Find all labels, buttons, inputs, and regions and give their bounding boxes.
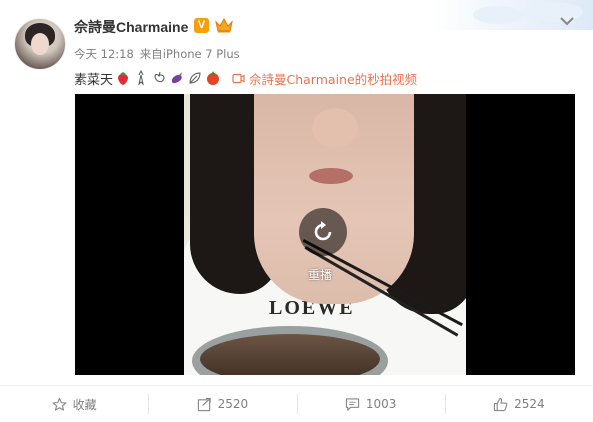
strawberry-icon [118,72,128,85]
comment-count: 1003 [365,397,397,411]
chevron-down-icon[interactable] [559,15,575,27]
like-count: 2524 [514,397,545,411]
leaf-icon [189,72,201,84]
comment-icon [345,397,359,411]
member-crown-icon[interactable] [214,16,234,34]
share-icon [197,397,211,411]
author-name[interactable]: 佘詩曼Charmaine [74,17,188,37]
video-link-label: 佘詩曼Charmaine的秒拍视频 [249,71,418,87]
post-text-content: 素菜天 [74,72,114,88]
weibo-post-card: 佘詩曼Charmaine V 今天 12:18 来自iPhone 7 Plus 素… [0,0,593,422]
post-text: 素菜天 [74,69,221,88]
favorite-button[interactable]: 收藏 [0,386,148,422]
comment-button[interactable]: 1003 [296,386,445,422]
video-link[interactable]: 佘詩曼Charmaine的秒拍视频 [232,69,417,87]
verified-icon[interactable]: V [194,18,209,33]
replay-icon [314,221,332,241]
radish-icon [138,70,144,86]
replay-button[interactable] [299,208,347,256]
pepper-icon [154,71,165,83]
source-device[interactable]: iPhone 7 Plus [163,47,240,61]
star-icon [52,397,67,411]
video-camera-icon [232,73,245,83]
like-button[interactable]: 2524 [444,386,593,422]
repost-button[interactable]: 2520 [148,386,296,422]
avatar[interactable] [14,18,66,70]
thumbs-up-icon [493,397,508,411]
post-time[interactable]: 今天 12:18 [74,47,134,61]
video-player[interactable]: LOEWE 重播 [75,94,575,375]
favorite-label: 收藏 [72,397,97,412]
eggplant-icon [171,72,183,84]
tomato-icon [207,71,220,85]
source-prefix: 来自 [139,47,163,61]
replay-label: 重播 [308,268,333,282]
action-bar: 收藏 2520 1003 2524 [0,386,593,422]
post-meta: 今天 12:18 来自iPhone 7 Plus [74,46,246,62]
repost-count: 2520 [217,397,249,411]
